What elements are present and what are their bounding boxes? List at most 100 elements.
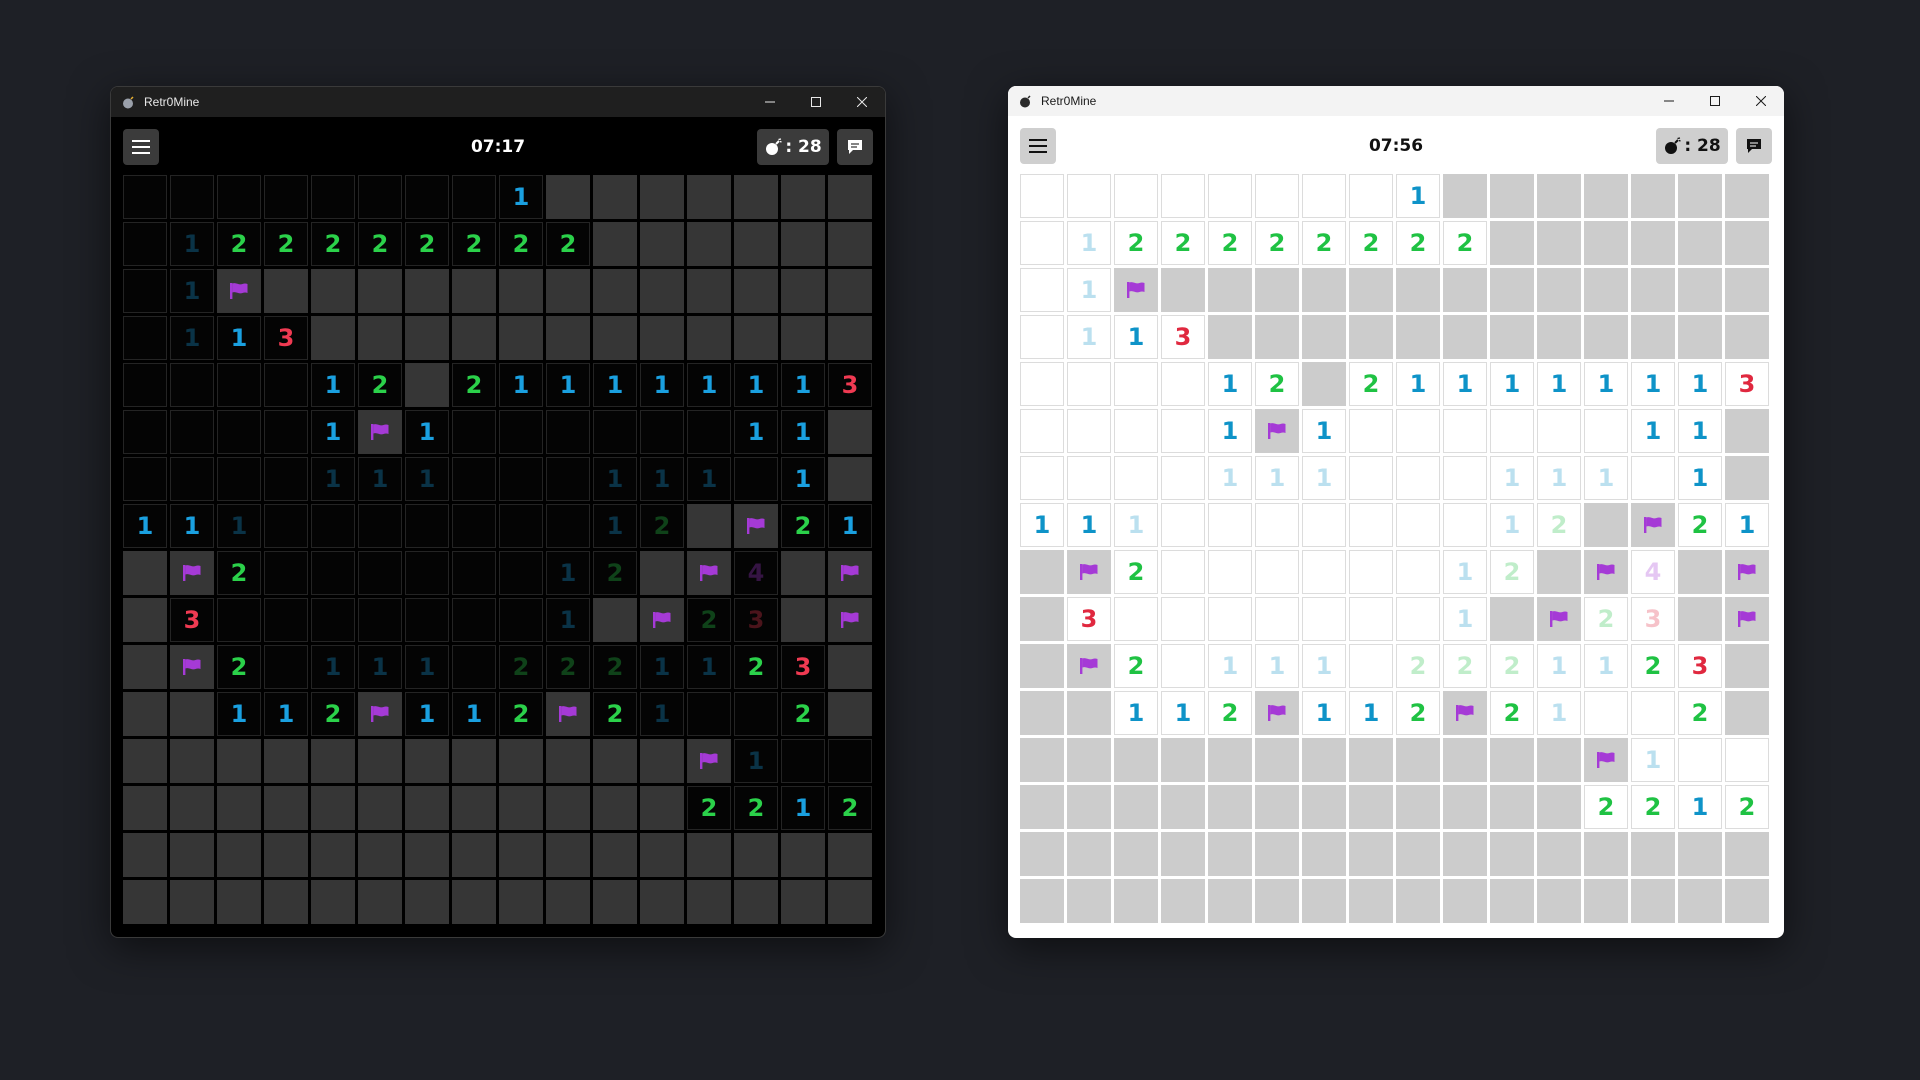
number-cell[interactable]: 1 [1020,503,1064,547]
number-cell[interactable]: 2 [217,551,261,595]
revealed-empty-cell[interactable] [358,504,402,548]
close-button[interactable] [839,87,885,117]
number-cell[interactable]: 3 [1067,597,1111,641]
revealed-empty-cell[interactable] [1631,691,1675,735]
number-cell[interactable]: 1 [499,175,543,219]
covered-cell[interactable] [593,739,637,783]
covered-cell[interactable] [170,833,214,877]
covered-cell[interactable] [546,175,590,219]
number-cell[interactable]: 1 [405,645,449,689]
covered-cell[interactable] [311,786,355,830]
number-cell[interactable]: 2 [1114,221,1158,265]
covered-cell[interactable] [1208,268,1252,312]
covered-cell[interactable] [734,880,778,924]
number-cell[interactable]: 1 [781,363,825,407]
revealed-empty-cell[interactable] [217,598,261,642]
revealed-empty-cell[interactable] [170,410,214,454]
covered-cell[interactable] [1114,879,1158,923]
revealed-empty-cell[interactable] [217,457,261,501]
covered-cell[interactable] [264,739,308,783]
number-cell[interactable]: 1 [217,692,261,736]
covered-cell[interactable] [1537,785,1581,829]
covered-cell[interactable] [781,551,825,595]
revealed-empty-cell[interactable] [499,551,543,595]
revealed-empty-cell[interactable] [358,598,402,642]
flagged-cell[interactable] [546,692,590,736]
covered-cell[interactable] [687,504,731,548]
covered-cell[interactable] [1208,879,1252,923]
covered-cell[interactable] [546,739,590,783]
revealed-empty-cell[interactable] [123,269,167,313]
covered-cell[interactable] [1631,268,1675,312]
number-cell[interactable]: 1 [1678,409,1722,453]
covered-cell[interactable] [828,833,872,877]
number-cell[interactable]: 2 [828,786,872,830]
revealed-empty-cell[interactable] [1114,362,1158,406]
number-cell[interactable]: 2 [1631,644,1675,688]
number-cell[interactable]: 4 [734,551,778,595]
covered-cell[interactable] [1020,597,1064,641]
covered-cell[interactable] [1490,785,1534,829]
flagged-cell[interactable] [828,551,872,595]
covered-cell[interactable] [593,316,637,360]
covered-cell[interactable] [1443,174,1487,218]
covered-cell[interactable] [1443,738,1487,782]
revealed-empty-cell[interactable] [405,175,449,219]
number-cell[interactable]: 1 [593,457,637,501]
number-cell[interactable]: 2 [593,645,637,689]
number-cell[interactable]: 1 [1396,362,1440,406]
covered-cell[interactable] [311,833,355,877]
covered-cell[interactable] [828,175,872,219]
revealed-empty-cell[interactable] [1349,644,1393,688]
covered-cell[interactable] [687,880,731,924]
covered-cell[interactable] [687,316,731,360]
covered-cell[interactable] [781,316,825,360]
covered-cell[interactable] [1349,268,1393,312]
covered-cell[interactable] [593,269,637,313]
revealed-empty-cell[interactable] [1161,362,1205,406]
covered-cell[interactable] [687,269,731,313]
covered-cell[interactable] [405,269,449,313]
covered-cell[interactable] [1255,879,1299,923]
number-cell[interactable]: 2 [1396,691,1440,735]
covered-cell[interactable] [1537,879,1581,923]
number-cell[interactable]: 1 [123,504,167,548]
menu-button[interactable] [123,129,159,165]
covered-cell[interactable] [1584,832,1628,876]
maximize-button[interactable] [793,87,839,117]
number-cell[interactable]: 1 [1443,597,1487,641]
revealed-empty-cell[interactable] [452,457,496,501]
revealed-empty-cell[interactable] [1255,174,1299,218]
number-cell[interactable]: 3 [1161,315,1205,359]
revealed-empty-cell[interactable] [546,457,590,501]
covered-cell[interactable] [546,316,590,360]
number-cell[interactable]: 2 [1537,503,1581,547]
covered-cell[interactable] [405,739,449,783]
covered-cell[interactable] [358,833,402,877]
covered-cell[interactable] [593,880,637,924]
covered-cell[interactable] [311,269,355,313]
covered-cell[interactable] [1396,315,1440,359]
number-cell[interactable]: 2 [1349,362,1393,406]
number-cell[interactable]: 2 [217,222,261,266]
revealed-empty-cell[interactable] [1443,409,1487,453]
number-cell[interactable]: 2 [640,504,684,548]
minimize-button[interactable] [747,87,793,117]
number-cell[interactable]: 2 [1161,221,1205,265]
covered-cell[interactable] [405,880,449,924]
covered-cell[interactable] [1490,597,1534,641]
number-cell[interactable]: 1 [781,457,825,501]
number-cell[interactable]: 2 [1208,221,1252,265]
flagged-cell[interactable] [640,598,684,642]
number-cell[interactable]: 1 [1584,456,1628,500]
revealed-empty-cell[interactable] [499,504,543,548]
number-cell[interactable]: 1 [1631,409,1675,453]
covered-cell[interactable] [781,880,825,924]
number-cell[interactable]: 2 [1208,691,1252,735]
covered-cell[interactable] [1537,832,1581,876]
revealed-empty-cell[interactable] [264,363,308,407]
number-cell[interactable]: 2 [687,786,731,830]
revealed-empty-cell[interactable] [1208,503,1252,547]
covered-cell[interactable] [123,786,167,830]
revealed-empty-cell[interactable] [405,598,449,642]
